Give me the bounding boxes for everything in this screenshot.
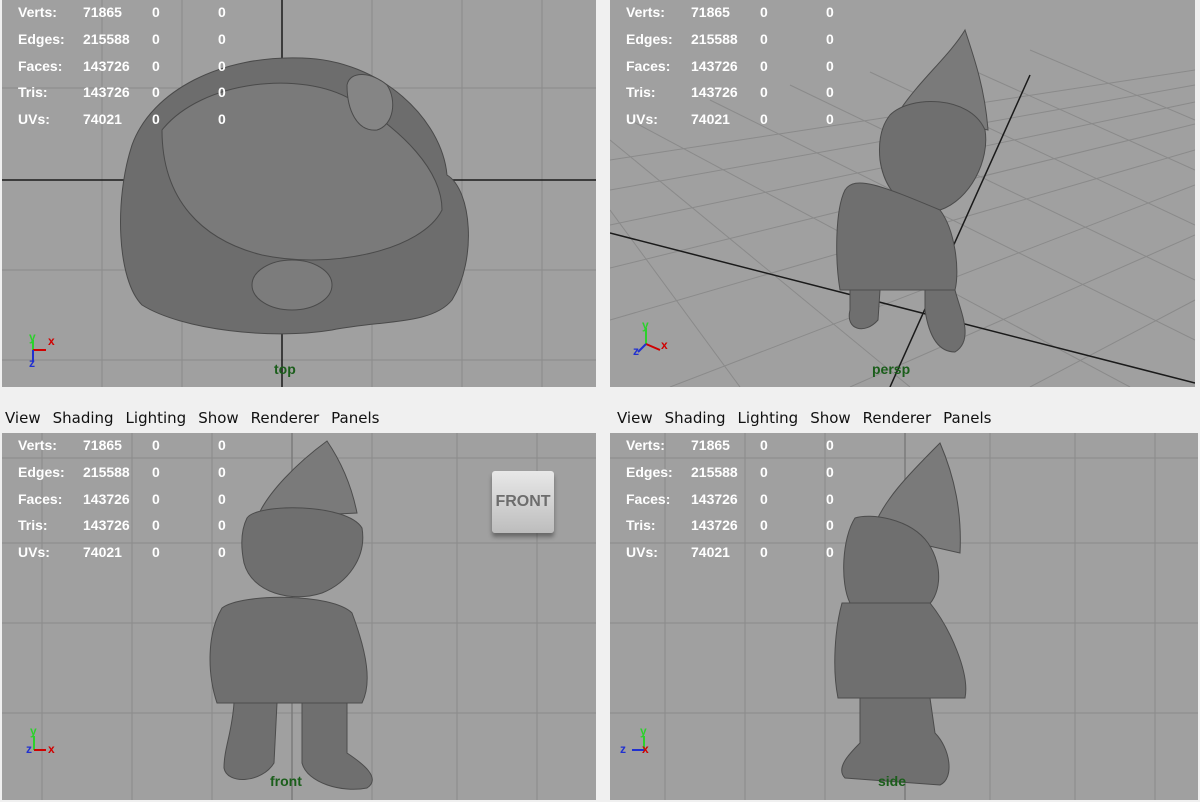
axis-z-label: z bbox=[29, 356, 35, 370]
menu-panels[interactable]: Panels bbox=[326, 409, 386, 427]
stat-row-faces: Faces: 143726 0 0 bbox=[18, 57, 226, 74]
menu-show[interactable]: Show bbox=[805, 409, 857, 427]
stat-row-verts: Verts: 71865 0 0 bbox=[626, 437, 834, 453]
menu-panels[interactable]: Panels bbox=[938, 409, 998, 427]
axis-y-label: y bbox=[29, 330, 36, 344]
menubar-side: View Shading Lighting Show Renderer Pane… bbox=[612, 403, 1198, 433]
stat-row-tris: Tris: 143726 0 0 bbox=[18, 84, 226, 101]
camera-label-front: front bbox=[270, 773, 302, 789]
stat-row-uvs: UVs: 74021 0 0 bbox=[626, 544, 834, 561]
menu-view[interactable]: View bbox=[0, 409, 48, 427]
menubar-front: View Shading Lighting Show Renderer Pane… bbox=[0, 403, 596, 433]
stat-row-tris: Tris: 143726 0 0 bbox=[18, 517, 226, 534]
menu-renderer[interactable]: Renderer bbox=[858, 409, 938, 427]
poly-count-hud: Verts: 71865 0 0 Edges: 215588 0 0 Faces: 14372… bbox=[626, 437, 866, 571]
camera-label-side: side bbox=[878, 773, 907, 789]
stat-row-tris: Tris: 143726 0 0 bbox=[626, 517, 834, 534]
stat-row-uvs: UVs: 74021 0 0 bbox=[626, 111, 834, 128]
stat-row-tris: Tris: 143726 0 0 bbox=[626, 84, 834, 101]
stat-row-edges: Edges: 215588 0 0 bbox=[18, 463, 226, 480]
view-cube-icon[interactable]: FRONT bbox=[492, 471, 554, 533]
camera-label-persp: persp bbox=[872, 361, 911, 377]
menu-show[interactable]: Show bbox=[193, 409, 245, 427]
stat-row-edges: Edges: 215588 0 0 bbox=[18, 30, 226, 47]
stat-row-uvs: UVs: 74021 0 0 bbox=[18, 544, 226, 561]
stat-row-faces: Faces: 143726 0 0 bbox=[626, 490, 834, 507]
menu-lighting[interactable]: Lighting bbox=[733, 409, 806, 427]
poly-count-hud: Verts: 71865 0 0 Edges: 215588 0 0 Faces: 14372… bbox=[626, 4, 866, 138]
axis-y-label: y bbox=[642, 318, 649, 332]
menu-view[interactable]: View bbox=[612, 409, 660, 427]
menu-shading[interactable]: Shading bbox=[660, 409, 733, 427]
viewport-front[interactable]: Verts: 71865 0 0 Edges: 215588 0 0 Faces: 14372… bbox=[2, 433, 596, 800]
axis-x-label: x bbox=[48, 334, 55, 348]
axis-gizmo-icon: y z x bbox=[24, 724, 74, 768]
axis-z-label: z bbox=[26, 742, 32, 756]
axis-gizmo-icon: y z x bbox=[618, 724, 668, 768]
poly-count-hud: Verts: 71865 0 0 Edges: 215588 0 0 Faces: 14372… bbox=[18, 437, 258, 571]
poly-count-hud: Verts: 71865 0 0 Edges: 215588 0 0 Faces: 14372… bbox=[18, 4, 258, 138]
stat-row-edges: Edges: 215588 0 0 bbox=[626, 30, 834, 47]
stat-row-verts: Verts: 71865 0 0 bbox=[18, 4, 226, 20]
stat-row-faces: Faces: 143726 0 0 bbox=[18, 490, 226, 507]
viewport-persp[interactable]: Verts: 71865 0 0 Edges: 215588 0 0 Faces: 14372… bbox=[610, 0, 1195, 387]
viewport-top[interactable]: Verts: 71865 0 0 Edges: 215588 0 0 Faces: 14372… bbox=[2, 0, 596, 387]
stat-row-edges: Edges: 215588 0 0 bbox=[626, 463, 834, 480]
menu-shading[interactable]: Shading bbox=[48, 409, 121, 427]
stat-row-faces: Faces: 143726 0 0 bbox=[626, 57, 834, 74]
axis-y-label: y bbox=[640, 724, 647, 738]
viewport-side[interactable]: Verts: 71865 0 0 Edges: 215588 0 0 Faces: 14372… bbox=[610, 433, 1198, 800]
stat-row-verts: Verts: 71865 0 0 bbox=[626, 4, 834, 20]
camera-label-top: top bbox=[274, 361, 296, 377]
stat-row-uvs: UVs: 74021 0 0 bbox=[18, 111, 226, 128]
axis-x-label: x bbox=[48, 742, 55, 756]
axis-y-label: y bbox=[30, 724, 37, 738]
axis-z-label: z bbox=[633, 344, 639, 358]
axis-gizmo-icon: y x z bbox=[632, 318, 682, 360]
axis-gizmo-icon: y x z bbox=[24, 330, 74, 374]
axis-z-label: z bbox=[620, 742, 626, 756]
axis-x-label: x bbox=[642, 742, 649, 756]
menu-lighting[interactable]: Lighting bbox=[121, 409, 194, 427]
axis-x-label: x bbox=[661, 338, 668, 352]
stat-row-verts: Verts: 71865 0 0 bbox=[18, 437, 226, 453]
menu-renderer[interactable]: Renderer bbox=[246, 409, 326, 427]
